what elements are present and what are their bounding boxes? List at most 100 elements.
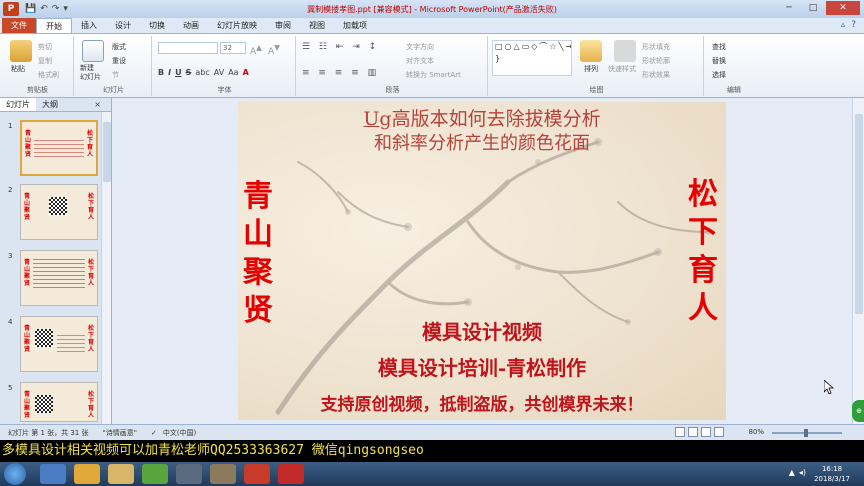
strike-button[interactable]: S	[186, 68, 192, 77]
replace-button[interactable]: 替换	[712, 56, 726, 66]
align-buttons[interactable]: ≡ ≡ ≡ ≡ ▥	[302, 68, 379, 78]
font-color-button[interactable]: A	[243, 68, 249, 77]
grow-font-icon[interactable]: A▲	[250, 43, 262, 57]
panel-close-icon[interactable]: ×	[88, 98, 107, 111]
tab-animations[interactable]: 动画	[174, 18, 208, 33]
thumbnail-left-text: 青山聚贤	[24, 193, 31, 221]
app-icon[interactable]	[210, 464, 236, 484]
app-icon[interactable]	[278, 464, 304, 484]
reset-button[interactable]: 重设	[112, 56, 126, 66]
language-status[interactable]: 中文(中国)	[163, 428, 196, 438]
powerpoint-app-icon[interactable]: P	[3, 2, 19, 16]
close-button[interactable]: ✕	[826, 1, 860, 15]
underline-button[interactable]: U	[175, 68, 182, 77]
tab-design[interactable]: 设计	[106, 18, 140, 33]
undo-icon[interactable]: ↶	[40, 4, 48, 14]
copy-button[interactable]: 复制	[38, 56, 52, 66]
select-button[interactable]: 选择	[712, 70, 726, 80]
minimize-ribbon-icon[interactable]: ▵	[841, 18, 846, 33]
format-painter-button[interactable]: 格式刷	[38, 70, 59, 80]
ie-icon[interactable]	[40, 464, 66, 484]
zoom-slider-handle[interactable]	[804, 429, 808, 437]
slide-scrollbar[interactable]	[852, 98, 864, 424]
slide-thumbnail-row[interactable]: 4 青山聚贤 松下育人	[0, 316, 100, 376]
panel-scroll-thumb[interactable]	[103, 122, 111, 182]
panel-scrollbar[interactable]	[101, 112, 111, 424]
tab-slideshow[interactable]: 幻灯片放映	[208, 18, 266, 33]
shape-fill-button[interactable]: 形状填充	[642, 42, 670, 52]
green-badge-icon[interactable]: ⊕	[852, 400, 864, 422]
media-player-icon[interactable]	[74, 464, 100, 484]
help-icon[interactable]: ?	[851, 18, 856, 33]
shapes-gallery[interactable]: □○△▭◇⌒☆╲→↘{ }	[492, 40, 572, 76]
slide-thumbnail[interactable]: 青山聚贤 松下育人	[20, 316, 98, 372]
normal-view-icon[interactable]	[675, 427, 685, 437]
italic-button[interactable]: I	[168, 68, 171, 77]
tab-view[interactable]: 视图	[300, 18, 334, 33]
minimize-button[interactable]: ─	[778, 1, 800, 15]
app-icon[interactable]	[176, 464, 202, 484]
tab-home[interactable]: 开始	[36, 18, 72, 33]
network-icon[interactable]: ▲	[789, 468, 795, 477]
arrange-button[interactable]: 排列	[584, 64, 598, 74]
quick-styles-icon[interactable]	[614, 40, 636, 62]
slideshow-view-icon[interactable]	[714, 427, 724, 437]
section-button[interactable]: 节	[112, 70, 119, 80]
slide-thumbnail[interactable]: 青山聚贤 松下育人	[20, 120, 98, 176]
font-format-buttons: B I U S abc AV Aa A	[158, 68, 249, 77]
slide-thumbnail[interactable]: 青山聚贤 松下育人	[20, 382, 98, 422]
redo-icon[interactable]: ↷	[52, 4, 60, 14]
char-spacing-button[interactable]: AV	[214, 68, 224, 77]
start-button[interactable]	[4, 463, 26, 485]
tab-addins[interactable]: 加载项	[334, 18, 376, 33]
slide-thumbnail[interactable]: 青山聚贤 松下育人	[20, 250, 98, 306]
shape-outline-button[interactable]: 形状轮廓	[642, 56, 670, 66]
volume-icon[interactable]: ◂)	[799, 468, 806, 477]
tab-transitions[interactable]: 切换	[140, 18, 174, 33]
tab-insert[interactable]: 插入	[72, 18, 106, 33]
theme-status[interactable]: "诗情画意"	[103, 428, 137, 438]
arrange-icon[interactable]	[580, 40, 602, 62]
spellcheck-icon[interactable]: ✓	[151, 429, 157, 437]
font-name-box[interactable]	[158, 42, 218, 54]
slide-thumbnail-row[interactable]: 1 青山聚贤 松下育人	[0, 120, 100, 180]
zoom-level[interactable]: 80%	[748, 428, 764, 436]
tab-review[interactable]: 审阅	[266, 18, 300, 33]
slide-thumbnail-row[interactable]: 3 青山聚贤 松下育人	[0, 250, 100, 310]
powerpoint-taskbar-icon[interactable]	[244, 464, 270, 484]
change-case-button[interactable]: Aa	[228, 68, 238, 77]
current-slide[interactable]: Ug高版本如何去除拔模分析 和斜率分析产生的颜色花面 青山聚贤 松下育人 模具设…	[238, 102, 726, 420]
customize-qat-icon[interactable]: ▾	[63, 4, 68, 14]
align-text-button[interactable]: 对齐文本	[406, 56, 434, 66]
tab-slides[interactable]: 幻灯片	[0, 98, 36, 111]
maximize-button[interactable]: □	[802, 1, 824, 15]
save-icon[interactable]: 💾	[25, 4, 36, 14]
quick-styles-button[interactable]: 快速样式	[608, 64, 636, 74]
text-direction-button[interactable]: 文字方向	[406, 42, 434, 52]
font-size-box[interactable]: 32	[220, 42, 246, 54]
slide-scroll-thumb[interactable]	[855, 114, 863, 314]
tab-outline[interactable]: 大纲	[36, 98, 64, 111]
bold-button[interactable]: B	[158, 68, 164, 77]
browser-icon[interactable]	[142, 464, 168, 484]
shape-effects-button[interactable]: 形状效果	[642, 70, 670, 80]
sorter-view-icon[interactable]	[688, 427, 698, 437]
find-button[interactable]: 查找	[712, 42, 726, 52]
new-slide-button[interactable]: 新建 幻灯片	[80, 64, 101, 82]
cut-button[interactable]: 剪切	[38, 42, 52, 52]
new-slide-icon[interactable]	[82, 40, 104, 62]
clock[interactable]: 16:18 2018/3/17	[814, 464, 850, 484]
shadow-button[interactable]: abc	[195, 68, 209, 77]
layout-button[interactable]: 版式	[112, 42, 126, 52]
paste-button[interactable]: 粘贴	[11, 64, 25, 74]
slide-thumbnail[interactable]: 青山聚贤 松下育人	[20, 184, 98, 240]
smartart-button[interactable]: 转换为 SmartArt	[406, 70, 461, 80]
tab-file[interactable]: 文件	[2, 18, 36, 33]
slide-thumbnail-row[interactable]: 2 青山聚贤 松下育人	[0, 184, 100, 244]
shrink-font-icon[interactable]: A▼	[268, 43, 280, 57]
zoom-slider[interactable]	[772, 429, 842, 437]
paste-icon[interactable]	[10, 40, 32, 62]
reading-view-icon[interactable]	[701, 427, 711, 437]
folder-icon[interactable]	[108, 464, 134, 484]
list-buttons[interactable]: ☰ ☷ ⇤ ⇥ ↕	[302, 42, 379, 52]
